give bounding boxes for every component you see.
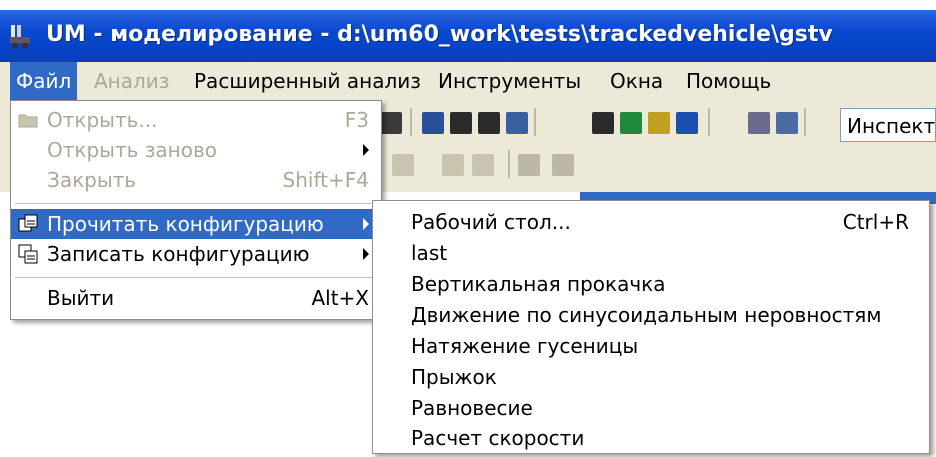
submenu-item-label: Расчет скорости <box>411 426 585 450</box>
toolbar-separator <box>804 108 806 136</box>
submenu-item-label: Рабочий стол... <box>411 210 571 234</box>
inspector-icon[interactable] <box>776 112 798 134</box>
menu-item-read-configuration[interactable]: Прочитать конфигурацию <box>11 209 381 239</box>
submenu-item-label: Вертикальная прокачка <box>411 272 666 296</box>
file-menu: Открыть... F3 Открыть заново Закрыть Shi… <box>10 100 382 320</box>
open-folder-icon <box>18 114 38 128</box>
menu-item-label: Открыть заново <box>47 138 217 162</box>
menu-analysis[interactable]: Анализ <box>88 62 175 100</box>
window-title: UM - моделирование - d:\um60_work\tests\… <box>46 22 833 47</box>
menu-item-label: Записать конфигурацию <box>47 242 310 266</box>
chart-icon[interactable] <box>506 112 528 134</box>
table-icon[interactable] <box>422 112 444 134</box>
menu-help[interactable]: Помощь <box>680 62 777 100</box>
joystick-icon[interactable] <box>748 112 770 134</box>
menu-item-shortcut: Shift+F4 <box>282 168 369 192</box>
submenu-arrow-icon <box>363 218 369 230</box>
submenu-item-sinusoidal-motion[interactable]: Движение по синусоидальным неровностям <box>373 300 929 330</box>
submenu-item-last[interactable]: last <box>373 238 929 268</box>
menu-item-close[interactable]: Закрыть Shift+F4 <box>11 165 381 195</box>
menu-bar: Файл Анализ Расширенный анализ Инструмен… <box>0 62 936 100</box>
menu-item-shortcut: F3 <box>344 108 369 132</box>
tool-icon[interactable] <box>552 154 574 176</box>
menu-advanced-analysis[interactable]: Расширенный анализ <box>188 62 427 100</box>
submenu-item-jump[interactable]: Прыжок <box>373 362 929 392</box>
menu-file[interactable]: Файл <box>10 62 78 100</box>
grid-icon[interactable] <box>380 112 402 134</box>
tool-icon[interactable] <box>518 154 540 176</box>
toolbar-separator <box>708 108 710 136</box>
submenu-arrow-icon <box>363 144 369 156</box>
frequency-icon[interactable] <box>648 112 670 134</box>
submenu-item-equilibrium[interactable]: Равновесие <box>373 393 929 423</box>
title-bar: UM - моделирование - d:\um60_work\tests\… <box>0 10 936 62</box>
submenu-item-speed-calculation[interactable]: Расчет скорости <box>373 423 929 453</box>
menu-item-label: Закрыть <box>47 168 137 192</box>
submenu-arrow-icon <box>363 248 369 260</box>
tool-icon[interactable] <box>442 154 464 176</box>
submenu-item-label: Движение по синусоидальным неровностям <box>411 303 882 327</box>
write-config-icon <box>18 244 38 264</box>
submenu-item-label: Прыжок <box>411 365 497 389</box>
submenu-item-label: Равновесие <box>411 396 533 420</box>
tool-icon[interactable] <box>392 154 414 176</box>
calculator-icon[interactable] <box>592 112 614 134</box>
submenu-item-desktop[interactable]: Рабочий стол... Ctrl+R <box>373 207 929 237</box>
menu-windows[interactable]: Окна <box>604 62 669 100</box>
read-configuration-submenu: Рабочий стол... Ctrl+R last Вертикальная… <box>372 200 930 454</box>
menu-item-exit[interactable]: Выйти Alt+X <box>11 283 381 313</box>
menu-item-write-configuration[interactable]: Записать конфигурацию <box>11 239 381 269</box>
toolbar-separator <box>534 108 536 136</box>
read-config-icon <box>18 214 38 232</box>
submenu-item-label: last <box>411 241 448 265</box>
submenu-item-vertical-pumping[interactable]: Вертикальная прокачка <box>373 269 929 299</box>
menu-item-reopen[interactable]: Открыть заново <box>11 135 381 165</box>
submenu-item-track-tension[interactable]: Натяжение гусеницы <box>373 331 929 361</box>
toolbar-separator <box>410 108 412 136</box>
tool-icon[interactable] <box>472 154 494 176</box>
inspector-dropdown[interactable]: Инспект <box>840 108 936 142</box>
menu-item-shortcut: Alt+X <box>311 286 369 310</box>
play-doc-icon[interactable] <box>676 112 698 134</box>
toolbar-separator <box>508 150 510 178</box>
app-icon <box>10 25 30 49</box>
list-icon[interactable] <box>450 112 472 134</box>
submenu-item-shortcut: Ctrl+R <box>842 210 909 234</box>
menu-tools[interactable]: Инструменты <box>432 62 587 100</box>
menu-separator <box>15 203 377 204</box>
menu-item-label: Выйти <box>47 286 115 310</box>
menu-item-open[interactable]: Открыть... F3 <box>11 105 381 135</box>
sheet-icon[interactable] <box>478 112 500 134</box>
menu-item-label: Прочитать конфигурацию <box>47 212 324 236</box>
menu-item-label: Открыть... <box>47 108 158 132</box>
menu-separator <box>15 277 377 278</box>
graph-icon[interactable] <box>620 112 642 134</box>
submenu-item-label: Натяжение гусеницы <box>411 334 639 358</box>
